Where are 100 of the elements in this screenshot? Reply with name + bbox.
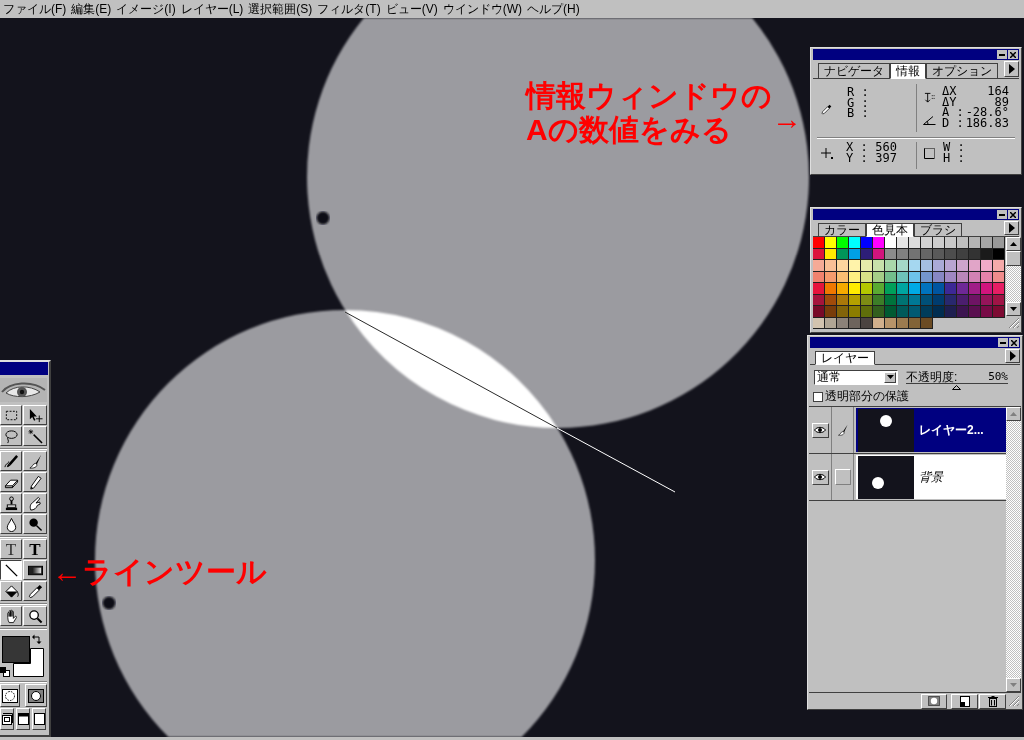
color-swatch[interactable] [981, 260, 993, 272]
color-swatch[interactable] [969, 306, 981, 318]
close-button[interactable] [1008, 50, 1018, 59]
type-tool-button[interactable]: T [23, 539, 47, 559]
color-swatch[interactable] [837, 283, 849, 295]
rubber-stamp-tool-button[interactable] [0, 493, 22, 513]
color-swatch[interactable] [957, 260, 969, 272]
panel-tab[interactable]: 情報 [890, 63, 926, 79]
color-swatch[interactable] [873, 260, 885, 272]
panel-menu-button[interactable] [1005, 349, 1020, 363]
color-swatch[interactable] [861, 237, 873, 249]
color-swatch[interactable] [849, 260, 861, 272]
color-swatch[interactable] [861, 260, 873, 272]
gradient-tool-button[interactable] [23, 560, 47, 580]
eraser-tool-button[interactable] [0, 472, 22, 492]
hand-tool-button[interactable] [0, 606, 22, 626]
color-swatch[interactable] [921, 283, 933, 295]
menu-item[interactable]: ファイル(F) [3, 1, 67, 17]
menu-item[interactable]: 編集(E) [71, 1, 112, 17]
smudge-tool-button[interactable] [23, 493, 47, 513]
color-swatch[interactable] [909, 306, 921, 318]
color-swatch[interactable] [861, 306, 873, 318]
menu-item[interactable]: イメージ(I) [116, 1, 176, 17]
dodge-tool-button[interactable] [23, 514, 47, 534]
color-swatch[interactable] [933, 260, 945, 272]
color-swatch[interactable] [897, 237, 909, 249]
color-swatch[interactable] [825, 283, 837, 295]
color-swatch[interactable] [981, 283, 993, 295]
standard-mode-button[interactable] [0, 684, 20, 707]
color-swatch[interactable] [897, 260, 909, 272]
close-button[interactable] [1009, 338, 1019, 347]
panel-tab[interactable]: 色見本 [866, 223, 914, 237]
color-swatch[interactable] [909, 260, 921, 272]
color-swatch[interactable] [993, 237, 1005, 249]
color-swatch[interactable] [969, 283, 981, 295]
color-swatch[interactable] [813, 237, 825, 249]
eyedropper-tool-button[interactable] [23, 581, 47, 601]
color-swatch[interactable] [885, 260, 897, 272]
color-swatch[interactable] [993, 283, 1005, 295]
panel-tab[interactable]: オプション [926, 63, 998, 79]
screen-mode-button[interactable] [0, 708, 14, 730]
color-swatch[interactable] [957, 283, 969, 295]
foreground-color-swatch[interactable] [2, 636, 30, 663]
menu-item[interactable]: 選択範囲(S) [248, 1, 313, 17]
color-swatch[interactable] [825, 306, 837, 318]
color-swatch[interactable] [861, 283, 873, 295]
color-swatch[interactable] [981, 306, 993, 318]
color-swatch[interactable] [885, 306, 897, 318]
panel-tab[interactable]: ナビゲータ [818, 63, 890, 79]
color-swatch[interactable] [849, 306, 861, 318]
layer-link-toggle[interactable] [834, 469, 851, 485]
menu-item[interactable]: ウインドウ(W) [442, 1, 522, 17]
panel-tab[interactable]: ブラシ [914, 223, 962, 237]
color-swatch[interactable] [873, 237, 885, 249]
panel-menu-button[interactable] [1004, 221, 1019, 235]
color-swatch[interactable] [933, 283, 945, 295]
color-swatch[interactable] [933, 306, 945, 318]
color-swatch[interactable] [945, 260, 957, 272]
quick-mask-button[interactable] [25, 684, 47, 707]
blend-mode-dropdown[interactable]: 通常 [814, 369, 898, 385]
airbrush-tool-button[interactable] [0, 451, 22, 471]
close-button[interactable] [1008, 210, 1018, 219]
color-swatch[interactable] [921, 237, 933, 249]
magic-wand-tool-button[interactable] [23, 426, 47, 446]
color-swatch[interactable] [885, 283, 897, 295]
layer-item[interactable]: 背景 [856, 455, 1006, 499]
scroll-up-button[interactable] [1006, 237, 1021, 251]
lasso-tool-button[interactable] [0, 426, 22, 446]
checkbox[interactable] [813, 391, 823, 402]
color-swatch[interactable] [921, 306, 933, 318]
scroll-up-button[interactable] [1006, 407, 1021, 421]
minimize-button[interactable] [998, 338, 1008, 347]
blur-tool-button[interactable] [0, 514, 22, 534]
pencil-tool-button[interactable] [23, 472, 47, 492]
background-color-swatch[interactable] [13, 648, 44, 677]
line-tool-button[interactable] [0, 560, 22, 580]
marquee-tool-button[interactable] [0, 405, 22, 425]
zoom-tool-button[interactable] [23, 606, 47, 626]
paint-bucket-tool-button[interactable] [0, 581, 22, 601]
color-swatch[interactable] [873, 306, 885, 318]
color-swatch[interactable] [969, 260, 981, 272]
color-swatch[interactable] [873, 283, 885, 295]
menu-item[interactable]: ビュー(V) [385, 1, 438, 17]
opacity-label[interactable]: 不透明度: [906, 371, 958, 383]
color-swatch[interactable] [825, 237, 837, 249]
scroll-down-button[interactable] [1006, 302, 1021, 316]
minimize-button[interactable] [997, 50, 1007, 59]
color-swatch[interactable] [993, 260, 1005, 272]
color-swatch[interactable] [993, 306, 1005, 318]
visibility-toggle[interactable] [811, 469, 829, 485]
paintbrush-tool-button[interactable] [23, 451, 47, 471]
visibility-toggle[interactable] [811, 422, 829, 438]
layer-item[interactable]: レイヤー2... [856, 408, 1006, 452]
color-swatch[interactable] [885, 237, 897, 249]
color-swatch[interactable] [981, 237, 993, 249]
delete-layer-button[interactable] [979, 693, 1006, 709]
panel-tab[interactable]: レイヤー [815, 351, 875, 365]
color-swatch[interactable] [945, 306, 957, 318]
color-swatch[interactable] [837, 260, 849, 272]
color-swatch[interactable] [813, 283, 825, 295]
